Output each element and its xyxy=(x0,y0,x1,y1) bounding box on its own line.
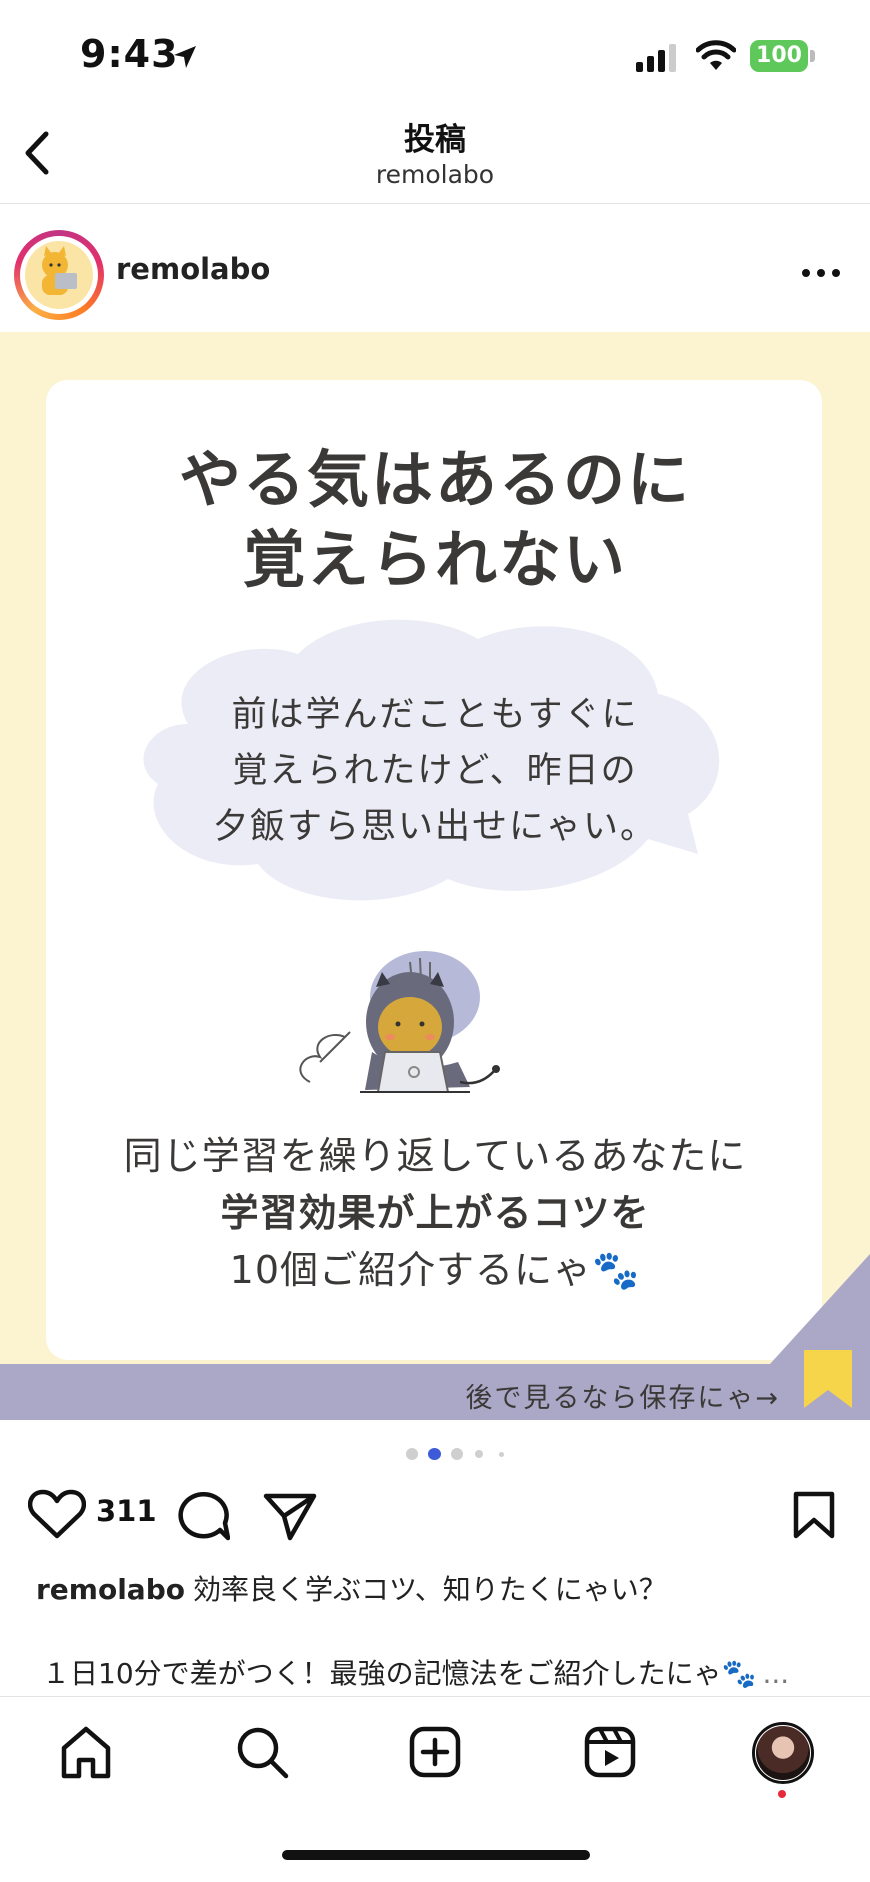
battery-indicator: 100 xyxy=(750,40,808,72)
image-body-text: 同じ学習を繰り返しているあなたに 学習効果が上がるコツを 10個ご紹介するにゃ🐾 xyxy=(0,1128,870,1299)
create-icon[interactable] xyxy=(405,1722,465,1782)
banner-corner xyxy=(770,1254,870,1364)
body-line-1: 同じ学習を繰り返しているあなたに xyxy=(123,1134,747,1178)
bubble-line-3: 夕飯すら思い出せにゃい。 xyxy=(212,807,657,847)
body-line-2: 学習効果が上がるコツを xyxy=(220,1191,650,1235)
bubble-text: 前は学んだこともすぐに 覚えられたけど、昨日の 夕飯すら思い出せにゃい。 xyxy=(0,687,870,855)
carousel-dot xyxy=(406,1448,418,1460)
image-heading: やる気はあるのに 覚えられない xyxy=(0,440,870,600)
home-icon[interactable] xyxy=(56,1722,116,1782)
caption-text: 効率良く学ぶコツ、知りたくにゃい？ xyxy=(192,1573,667,1606)
cellular-signal-icon xyxy=(636,44,676,72)
header-divider xyxy=(0,203,870,204)
search-icon[interactable] xyxy=(232,1722,292,1782)
like-heart-icon[interactable] xyxy=(28,1488,86,1540)
bubble-line-2: 覚えられたけど、昨日の xyxy=(232,751,638,791)
comment-icon[interactable] xyxy=(176,1490,230,1542)
caption-line-2: １日10分で差がつく！最強の記憶法をご紹介したにゃ🐾 xyxy=(42,1657,757,1690)
carousel-dot xyxy=(451,1448,463,1460)
avatar[interactable] xyxy=(25,241,93,309)
heading-line-1: やる気はあるのに xyxy=(178,443,691,516)
cat-illustration xyxy=(299,951,500,1093)
home-indicator xyxy=(282,1850,590,1860)
reels-icon[interactable] xyxy=(580,1722,640,1782)
carousel-dot xyxy=(499,1452,504,1457)
battery-cap xyxy=(810,50,815,62)
post-image[interactable]: やる気はあるのに 覚えられない 前は学んだこともすぐに 覚えられたけど、昨日の … xyxy=(0,332,870,1420)
bookmark-icon[interactable] xyxy=(792,1490,836,1540)
profile-avatar[interactable] xyxy=(756,1726,810,1780)
status-time: 9:43 xyxy=(80,32,179,76)
post-username[interactable]: remolabo xyxy=(116,252,270,286)
like-count[interactable]: 311 xyxy=(96,1494,157,1528)
caption-more[interactable]: ... xyxy=(763,1657,790,1690)
heading-line-2: 覚えられない xyxy=(242,523,627,596)
caption-username[interactable]: remolabo xyxy=(36,1573,185,1606)
location-arrow-icon xyxy=(174,46,196,68)
wifi-icon xyxy=(696,40,736,70)
carousel-dot xyxy=(475,1450,483,1458)
caption[interactable]: remolabo 効率良く学ぶコツ、知りたくにゃい？ xyxy=(36,1568,667,1608)
save-banner-text: 後で見るなら保存にゃ→ xyxy=(465,1383,780,1414)
share-send-icon[interactable] xyxy=(262,1490,318,1542)
more-options-icon[interactable] xyxy=(796,258,846,288)
cat-laptop-icon xyxy=(42,246,77,295)
notification-dot xyxy=(778,1790,786,1798)
bubble-line-1: 前は学んだこともすぐに xyxy=(231,695,639,735)
page-title: 投稿 xyxy=(404,122,466,158)
body-line-3: 10個ご紹介するにゃ🐾 xyxy=(229,1248,641,1292)
caption-second-line[interactable]: １日10分で差がつく！最強の記憶法をご紹介したにゃ🐾... xyxy=(42,1652,789,1692)
bookmark-tag-icon xyxy=(804,1350,852,1408)
page-subtitle: remolabo xyxy=(375,160,495,189)
tab-bar-divider xyxy=(0,1696,870,1697)
carousel-dot-active xyxy=(428,1448,441,1460)
